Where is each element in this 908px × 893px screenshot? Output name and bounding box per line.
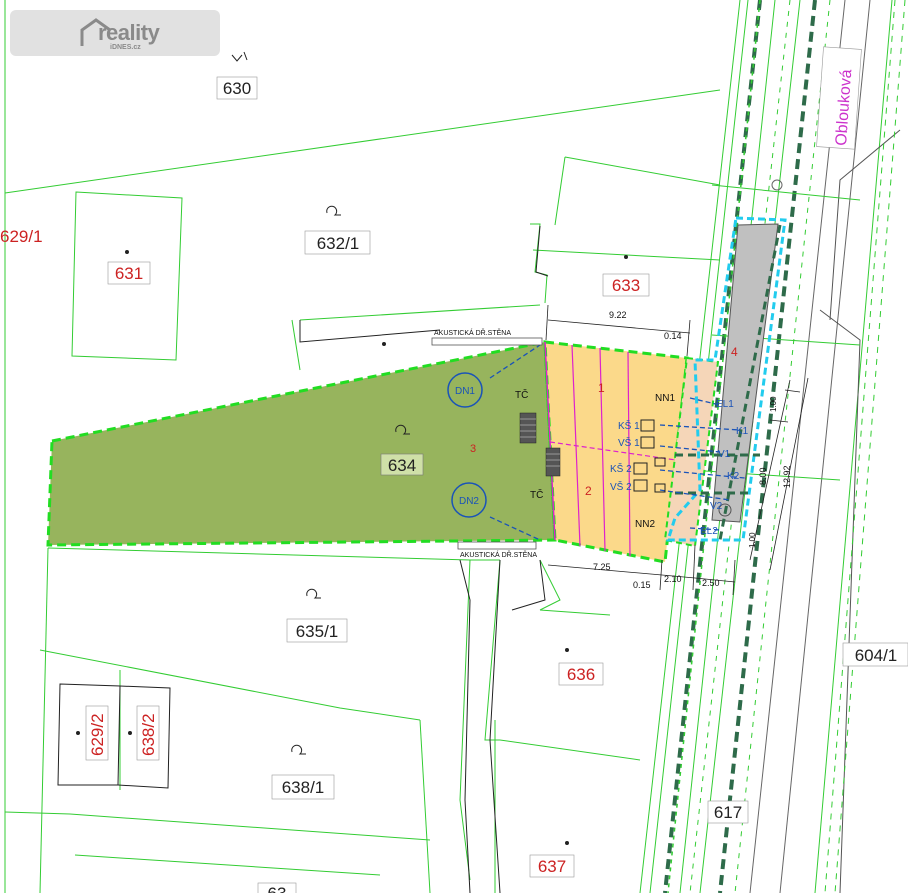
parcel-638-2: 638/2 <box>139 713 158 756</box>
parcel-632-1: 632/1 <box>317 234 360 253</box>
el2-label: EL2 <box>700 526 718 537</box>
dim-2-50: 2.50 <box>702 578 720 588</box>
tc1-label: TČ <box>515 388 528 401</box>
dim-1-00-bottom: 1.00 <box>748 532 757 548</box>
house-block[interactable] <box>543 340 689 564</box>
ks2-label: KŠ 2 <box>610 462 632 475</box>
dim-1-00-top: 1.00 <box>769 396 778 412</box>
el1-label: EL1 <box>716 399 734 410</box>
dn1-label: DN1 <box>455 386 475 397</box>
reality-watermark: reality iDNES.cz <box>10 10 220 56</box>
parcel-635-1: 635/1 <box>296 622 339 641</box>
vs2-label: VŠ 2 <box>610 480 632 493</box>
v2-label: V2 <box>710 501 723 512</box>
dim-0-15: 0.15 <box>633 580 651 590</box>
nn1-label: NN1 <box>655 393 675 404</box>
dim-0-14: 0.14 <box>664 331 682 341</box>
parcel-637: 637 <box>538 857 566 876</box>
k1-label: K1 <box>736 426 749 437</box>
acoustic-wall-bottom-label: AKUSTICKÁ DŘ.STĚNA <box>460 550 537 559</box>
v1-label: V1 <box>718 449 731 460</box>
zone-4-label: 4 <box>731 345 738 359</box>
vs1-label: VŠ 1 <box>618 436 640 449</box>
parcel-633: 633 <box>612 276 640 295</box>
nn2-label: NN2 <box>635 519 655 530</box>
dim-7-25: 7.25 <box>593 562 611 572</box>
zone-3-label: 3 <box>470 443 476 455</box>
map-viewer[interactable]: DN1 DN2 AKUSTICKÁ DŘ.STĚNA AKUSTICKÁ DŘ.… <box>0 0 908 893</box>
acoustic-wall-top-label: AKUSTICKÁ DŘ.STĚNA <box>434 328 511 337</box>
dim-12-92: 12.92 <box>782 465 792 488</box>
dn2-label: DN2 <box>459 496 479 507</box>
parcel-630: 630 <box>223 79 251 98</box>
parcel-604-1: 604/1 <box>855 646 898 665</box>
street-name: Oblouková <box>816 46 862 150</box>
ks1-label: KŠ 1 <box>618 419 640 432</box>
zone-1-label: 1 <box>598 381 605 395</box>
dim-9-22: 9.22 <box>609 310 627 320</box>
dim-2-10: 2.10 <box>664 574 682 584</box>
parcel-629-1: 629/1 <box>0 227 43 246</box>
parcel-638-1: 638/1 <box>282 778 325 797</box>
parcel-63: 63 <box>268 884 287 893</box>
parcel-629-2: 629/2 <box>88 713 107 756</box>
parcel-634: 634 <box>388 456 416 475</box>
parcel-636: 636 <box>567 665 595 684</box>
k2-label: K2 <box>727 471 740 482</box>
watermark-brand: reality <box>98 20 160 45</box>
watermark-sub: iDNES.cz <box>110 44 141 51</box>
cadastral-site-plan[interactable]: DN1 DN2 AKUSTICKÁ DŘ.STĚNA AKUSTICKÁ DŘ.… <box>0 0 908 893</box>
parcel-617: 617 <box>714 803 742 822</box>
parcel-631: 631 <box>115 264 143 283</box>
zone-2-label: 2 <box>585 484 592 498</box>
tc2-label: TČ <box>530 488 543 501</box>
dim-8-00: 8.00 <box>758 467 768 485</box>
